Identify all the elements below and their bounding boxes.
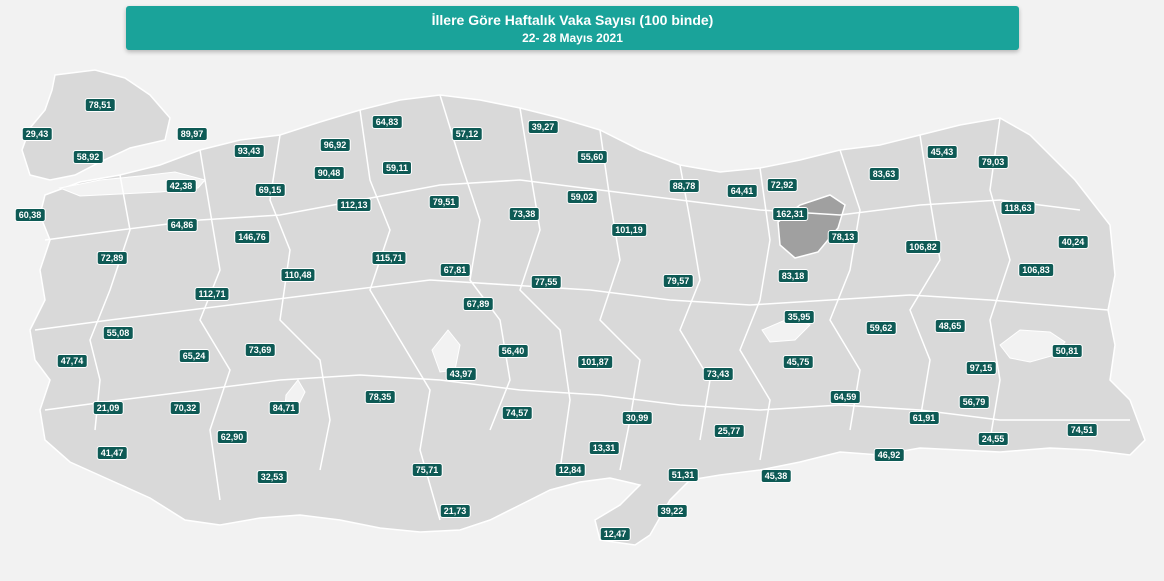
- province-value-label: 73,69: [244, 343, 276, 357]
- province-value-label: 78,35: [364, 390, 396, 404]
- province-value-label: 115,71: [371, 251, 407, 265]
- province-value-label: 97,15: [965, 361, 997, 375]
- province-value-label: 30,99: [621, 411, 653, 425]
- province-value-label: 45,38: [760, 469, 792, 483]
- province-value-label: 21,09: [92, 401, 124, 415]
- province-value-label: 110,48: [280, 268, 316, 282]
- province-value-label: 59,62: [865, 321, 897, 335]
- province-value-label: 79,57: [662, 274, 694, 288]
- turkey-province-map: [21, 69, 1146, 546]
- province-value-label: 146,76: [234, 230, 270, 244]
- province-value-label: 78,13: [827, 230, 859, 244]
- province-value-label: 55,60: [576, 150, 608, 164]
- province-value-label: 48,65: [934, 319, 966, 333]
- province-value-label: 35,95: [783, 310, 815, 324]
- province-value-label: 118,63: [1000, 201, 1036, 215]
- province-value-label: 69,15: [254, 183, 286, 197]
- province-value-label: 57,12: [451, 127, 483, 141]
- province-value-label: 67,81: [439, 263, 471, 277]
- province-value-label: 77,55: [530, 275, 562, 289]
- province-value-label: 40,24: [1057, 235, 1089, 249]
- province-value-label: 73,38: [508, 207, 540, 221]
- province-value-label: 72,89: [96, 251, 128, 265]
- province-value-label: 74,51: [1066, 423, 1098, 437]
- province-value-label: 101,87: [577, 355, 613, 369]
- province-value-label: 24,55: [977, 432, 1009, 446]
- map-date-range: 22- 28 Mayıs 2021: [522, 31, 623, 45]
- province-value-label: 50,81: [1051, 344, 1083, 358]
- province-value-label: 101,19: [611, 223, 647, 237]
- province-value-label: 59,02: [566, 190, 598, 204]
- province-value-label: 88,78: [668, 179, 700, 193]
- province-value-label: 74,57: [501, 406, 533, 420]
- province-value-label: 56,40: [497, 344, 529, 358]
- province-value-label: 29,43: [21, 127, 53, 141]
- province-value-label: 46,92: [873, 448, 905, 462]
- province-value-label: 64,83: [371, 115, 403, 129]
- province-value-label: 32,53: [256, 470, 288, 484]
- province-value-label: 21,73: [439, 504, 471, 518]
- province-value-label: 13,31: [588, 441, 620, 455]
- province-value-label: 41,47: [96, 446, 128, 460]
- province-value-label: 64,59: [829, 390, 861, 404]
- province-value-label: 96,92: [319, 138, 351, 152]
- province-value-label: 112,13: [336, 198, 372, 212]
- province-value-label: 83,18: [777, 269, 809, 283]
- province-value-label: 78,51: [84, 98, 116, 112]
- province-value-label: 39,27: [527, 120, 559, 134]
- province-value-label: 45,43: [926, 145, 958, 159]
- province-value-label: 12,47: [599, 527, 631, 541]
- province-value-label: 25,77: [713, 424, 745, 438]
- province-value-label: 39,22: [656, 504, 688, 518]
- province-value-label: 59,11: [381, 161, 413, 175]
- province-value-label: 65,24: [178, 349, 210, 363]
- province-value-label: 79,51: [428, 195, 460, 209]
- province-value-label: 42,38: [165, 179, 197, 193]
- province-value-label: 84,71: [268, 401, 300, 415]
- map-header: İllere Göre Haftalık Vaka Sayısı (100 bi…: [126, 6, 1019, 50]
- province-value-label: 75,71: [411, 463, 443, 477]
- province-value-label: 45,75: [782, 355, 814, 369]
- province-value-label: 79,03: [977, 155, 1009, 169]
- province-value-label: 112,71: [194, 287, 230, 301]
- province-value-label: 55,08: [102, 326, 134, 340]
- map-title: İllere Göre Haftalık Vaka Sayısı (100 bi…: [431, 12, 714, 28]
- province-value-label: 12,84: [554, 463, 586, 477]
- province-value-label: 64,41: [726, 184, 758, 198]
- province-value-label: 72,92: [766, 178, 798, 192]
- province-value-label: 70,32: [169, 401, 201, 415]
- province-value-label: 89,97: [176, 127, 208, 141]
- province-value-label: 51,31: [667, 468, 699, 482]
- province-value-label: 73,43: [702, 367, 734, 381]
- province-value-label: 60,38: [14, 208, 46, 222]
- province-value-label: 106,82: [905, 240, 941, 254]
- province-value-label: 62,90: [216, 430, 248, 444]
- province-value-label: 47,74: [56, 354, 88, 368]
- province-value-label: 67,89: [462, 297, 494, 311]
- province-value-label: 83,63: [868, 167, 900, 181]
- province-value-label: 56,79: [958, 395, 990, 409]
- province-value-label: 162,31: [772, 207, 808, 221]
- province-value-label: 90,48: [313, 166, 345, 180]
- province-value-label: 58,92: [72, 150, 104, 164]
- province-value-label: 93,43: [233, 144, 265, 158]
- province-value-label: 64,86: [166, 218, 198, 232]
- province-value-label: 106,83: [1018, 263, 1054, 277]
- province-value-label: 43,97: [445, 367, 477, 381]
- province-value-label: 61,91: [908, 411, 940, 425]
